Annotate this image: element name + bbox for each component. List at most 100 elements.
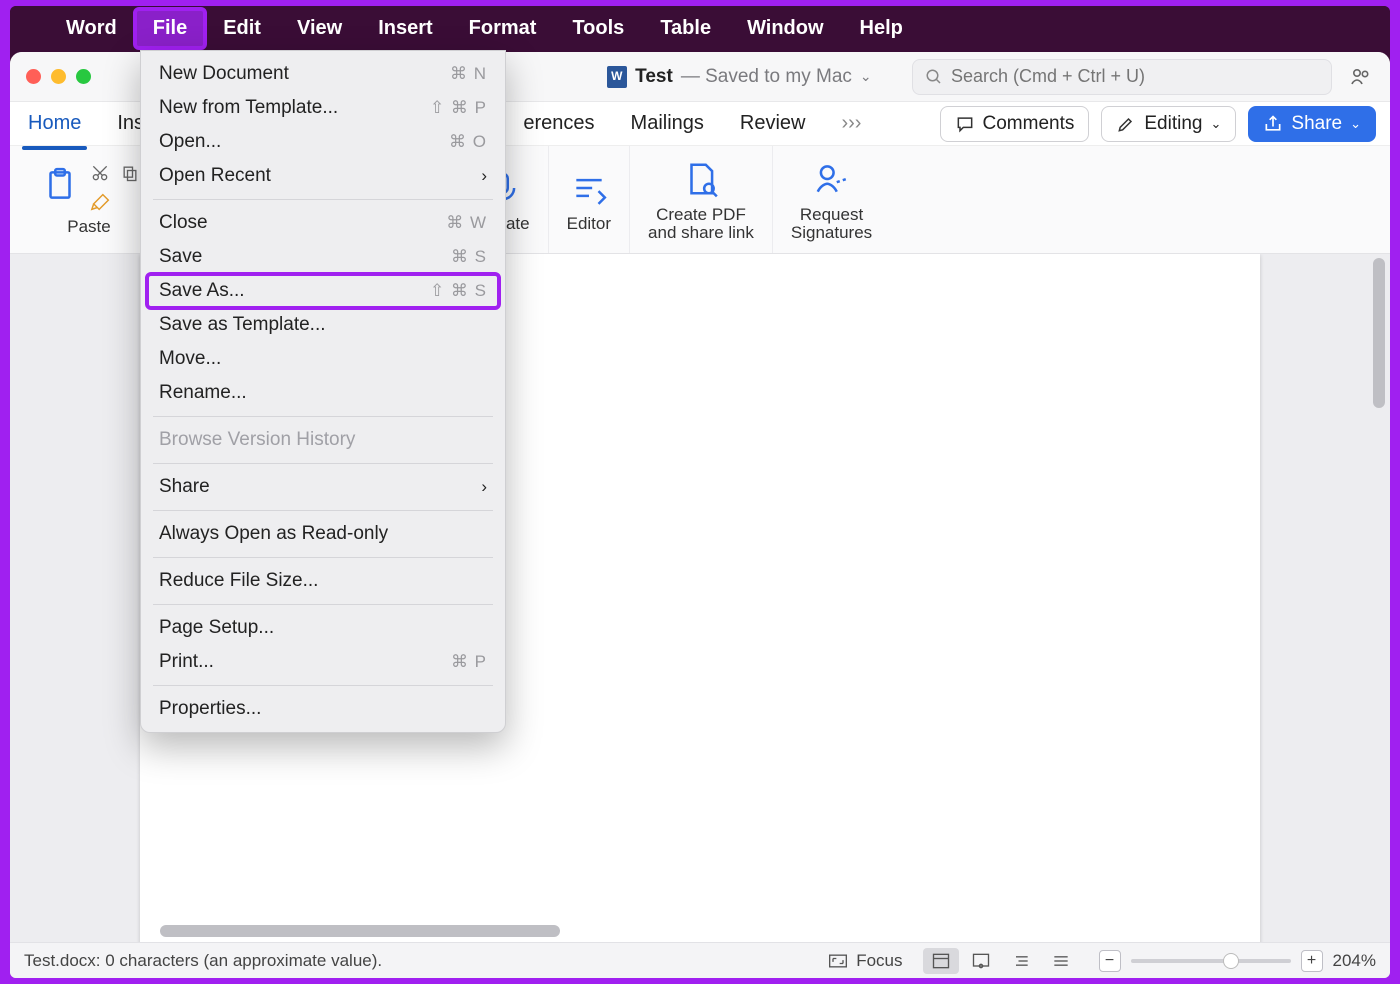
horizontal-scrollbar[interactable] [160,924,1270,938]
menu-item-label: Browse Version History [159,429,355,451]
pencil-icon [1116,114,1136,134]
window-close-button[interactable] [26,69,41,84]
search-field[interactable] [912,59,1332,95]
chevron-down-icon: ⌄ [1210,116,1221,132]
editing-label: Editing [1144,113,1202,135]
menu-item-label: Save as Template... [159,314,326,336]
menu-item-print[interactable]: Print...⌘ P [141,645,505,679]
menu-item-open[interactable]: Open...⌘ O [141,125,505,159]
comments-button[interactable]: Comments [940,106,1090,142]
zoom-out-button[interactable]: − [1099,950,1121,972]
menu-file[interactable]: File [135,11,205,46]
menu-help[interactable]: Help [842,11,921,46]
cut-icon[interactable] [90,163,110,183]
zoom-in-button[interactable]: + [1301,950,1323,972]
ribbon-editor-group: Editor [549,146,630,253]
view-print-layout-button[interactable] [923,948,959,974]
share-button[interactable]: Share ⌄ [1248,106,1376,142]
menu-separator [153,463,493,464]
menu-item-reduce-file-size[interactable]: Reduce File Size... [141,564,505,598]
menu-item-save-as[interactable]: Save As... ⇧ ⌘ S [141,274,505,308]
menu-separator [153,199,493,200]
clipboard-icon[interactable] [38,163,82,207]
menu-item-new-document[interactable]: New Document ⌘ N [141,57,505,91]
shortcut-label: ⇧ ⌘ S [430,281,487,301]
menu-item-label: New Document [159,63,289,85]
collaborate-icon[interactable] [1346,62,1376,92]
format-painter-icon[interactable] [90,191,112,213]
menu-item-save[interactable]: Save⌘ S [141,240,505,274]
zoom-thumb[interactable] [1223,953,1239,969]
menu-item-properties[interactable]: Properties... [141,692,505,726]
menu-item-close[interactable]: Close⌘ W [141,206,505,240]
menu-item-save-as-template[interactable]: Save as Template... [141,308,505,342]
editor-label: Editor [567,214,611,234]
search-input[interactable] [951,66,1319,87]
menu-item-label: Move... [159,348,221,370]
menu-item-rename[interactable]: Rename... [141,376,505,410]
menu-item-label: Reduce File Size... [159,570,318,592]
menu-tools[interactable]: Tools [554,11,642,46]
menu-item-always-open-as-read-only[interactable]: Always Open as Read-only [141,517,505,551]
zoom-slider[interactable] [1131,959,1291,963]
window-minimize-button[interactable] [51,69,66,84]
menu-item-new-from-template[interactable]: New from Template...⇧ ⌘ P [141,91,505,125]
menu-separator [153,510,493,511]
status-bar: Test.docx: 0 characters (an approximate … [10,942,1390,978]
view-web-layout-button[interactable] [963,948,999,974]
chevron-right-icon: › [481,166,487,186]
sign-label-1: Request [800,205,863,225]
menu-edit[interactable]: Edit [205,11,279,46]
tab-references[interactable]: erences [519,106,598,141]
ribbon-paste-group: Paste [20,146,159,253]
menu-window[interactable]: Window [729,11,841,46]
menu-item-open-recent[interactable]: Open Recent › [141,159,505,193]
focus-mode-button[interactable]: Focus [828,951,902,971]
menu-insert[interactable]: Insert [360,11,450,46]
ribbon-signatures-group: Request Signatures [773,146,890,253]
vertical-scrollbar[interactable] [1371,254,1387,942]
menu-item-label: Page Setup... [159,617,274,639]
window-zoom-button[interactable] [76,69,91,84]
menu-item-label: Rename... [159,382,247,404]
view-outline-button[interactable] [1003,948,1039,974]
document-title[interactable]: Test — Saved to my Mac ⌄ [607,66,871,88]
shortcut-label: ⌘ W [446,213,487,233]
menu-format[interactable]: Format [451,11,555,46]
word-doc-icon [607,66,627,88]
signature-icon[interactable] [810,157,854,201]
doc-name: Test [635,66,673,88]
scroll-thumb[interactable] [160,925,560,937]
pdf-share-icon[interactable] [679,157,723,201]
paste-label: Paste [67,217,110,237]
menu-item-page-setup[interactable]: Page Setup... [141,611,505,645]
editing-mode-button[interactable]: Editing ⌄ [1101,106,1236,142]
menu-item-move[interactable]: Move... [141,342,505,376]
menu-item-label: Properties... [159,698,261,720]
menu-item-label: Save As... [159,280,245,302]
status-text: Test.docx: 0 characters (an approximate … [24,951,382,971]
pdf-label-1: Create PDF [656,205,746,225]
app-menu[interactable]: Word [48,11,135,46]
ribbon-pdf-group: Create PDF and share link [630,146,773,253]
menu-separator [153,604,493,605]
tab-mailings[interactable]: Mailings [627,106,708,141]
shortcut-label: ⌘ P [451,652,487,672]
tab-home[interactable]: Home [24,106,85,141]
tab-review[interactable]: Review [736,106,810,141]
editor-icon[interactable] [567,166,611,210]
menu-item-share[interactable]: Share› [141,470,505,504]
file-menu-dropdown: New Document ⌘ N New from Template...⇧ ⌘ P… [140,50,506,733]
copy-icon[interactable] [120,163,140,183]
menu-item-label: Open Recent [159,165,271,187]
view-draft-button[interactable] [1043,948,1079,974]
scroll-thumb[interactable] [1373,258,1385,408]
shortcut-label: ⌘ N [450,64,487,84]
menu-view[interactable]: View [279,11,360,46]
menu-table[interactable]: Table [642,11,729,46]
menu-separator [153,557,493,558]
chevron-down-icon: ⌄ [1350,116,1361,132]
tabs-overflow[interactable]: ››› [837,106,865,141]
zoom-value[interactable]: 204% [1333,951,1376,971]
search-icon [925,68,943,86]
